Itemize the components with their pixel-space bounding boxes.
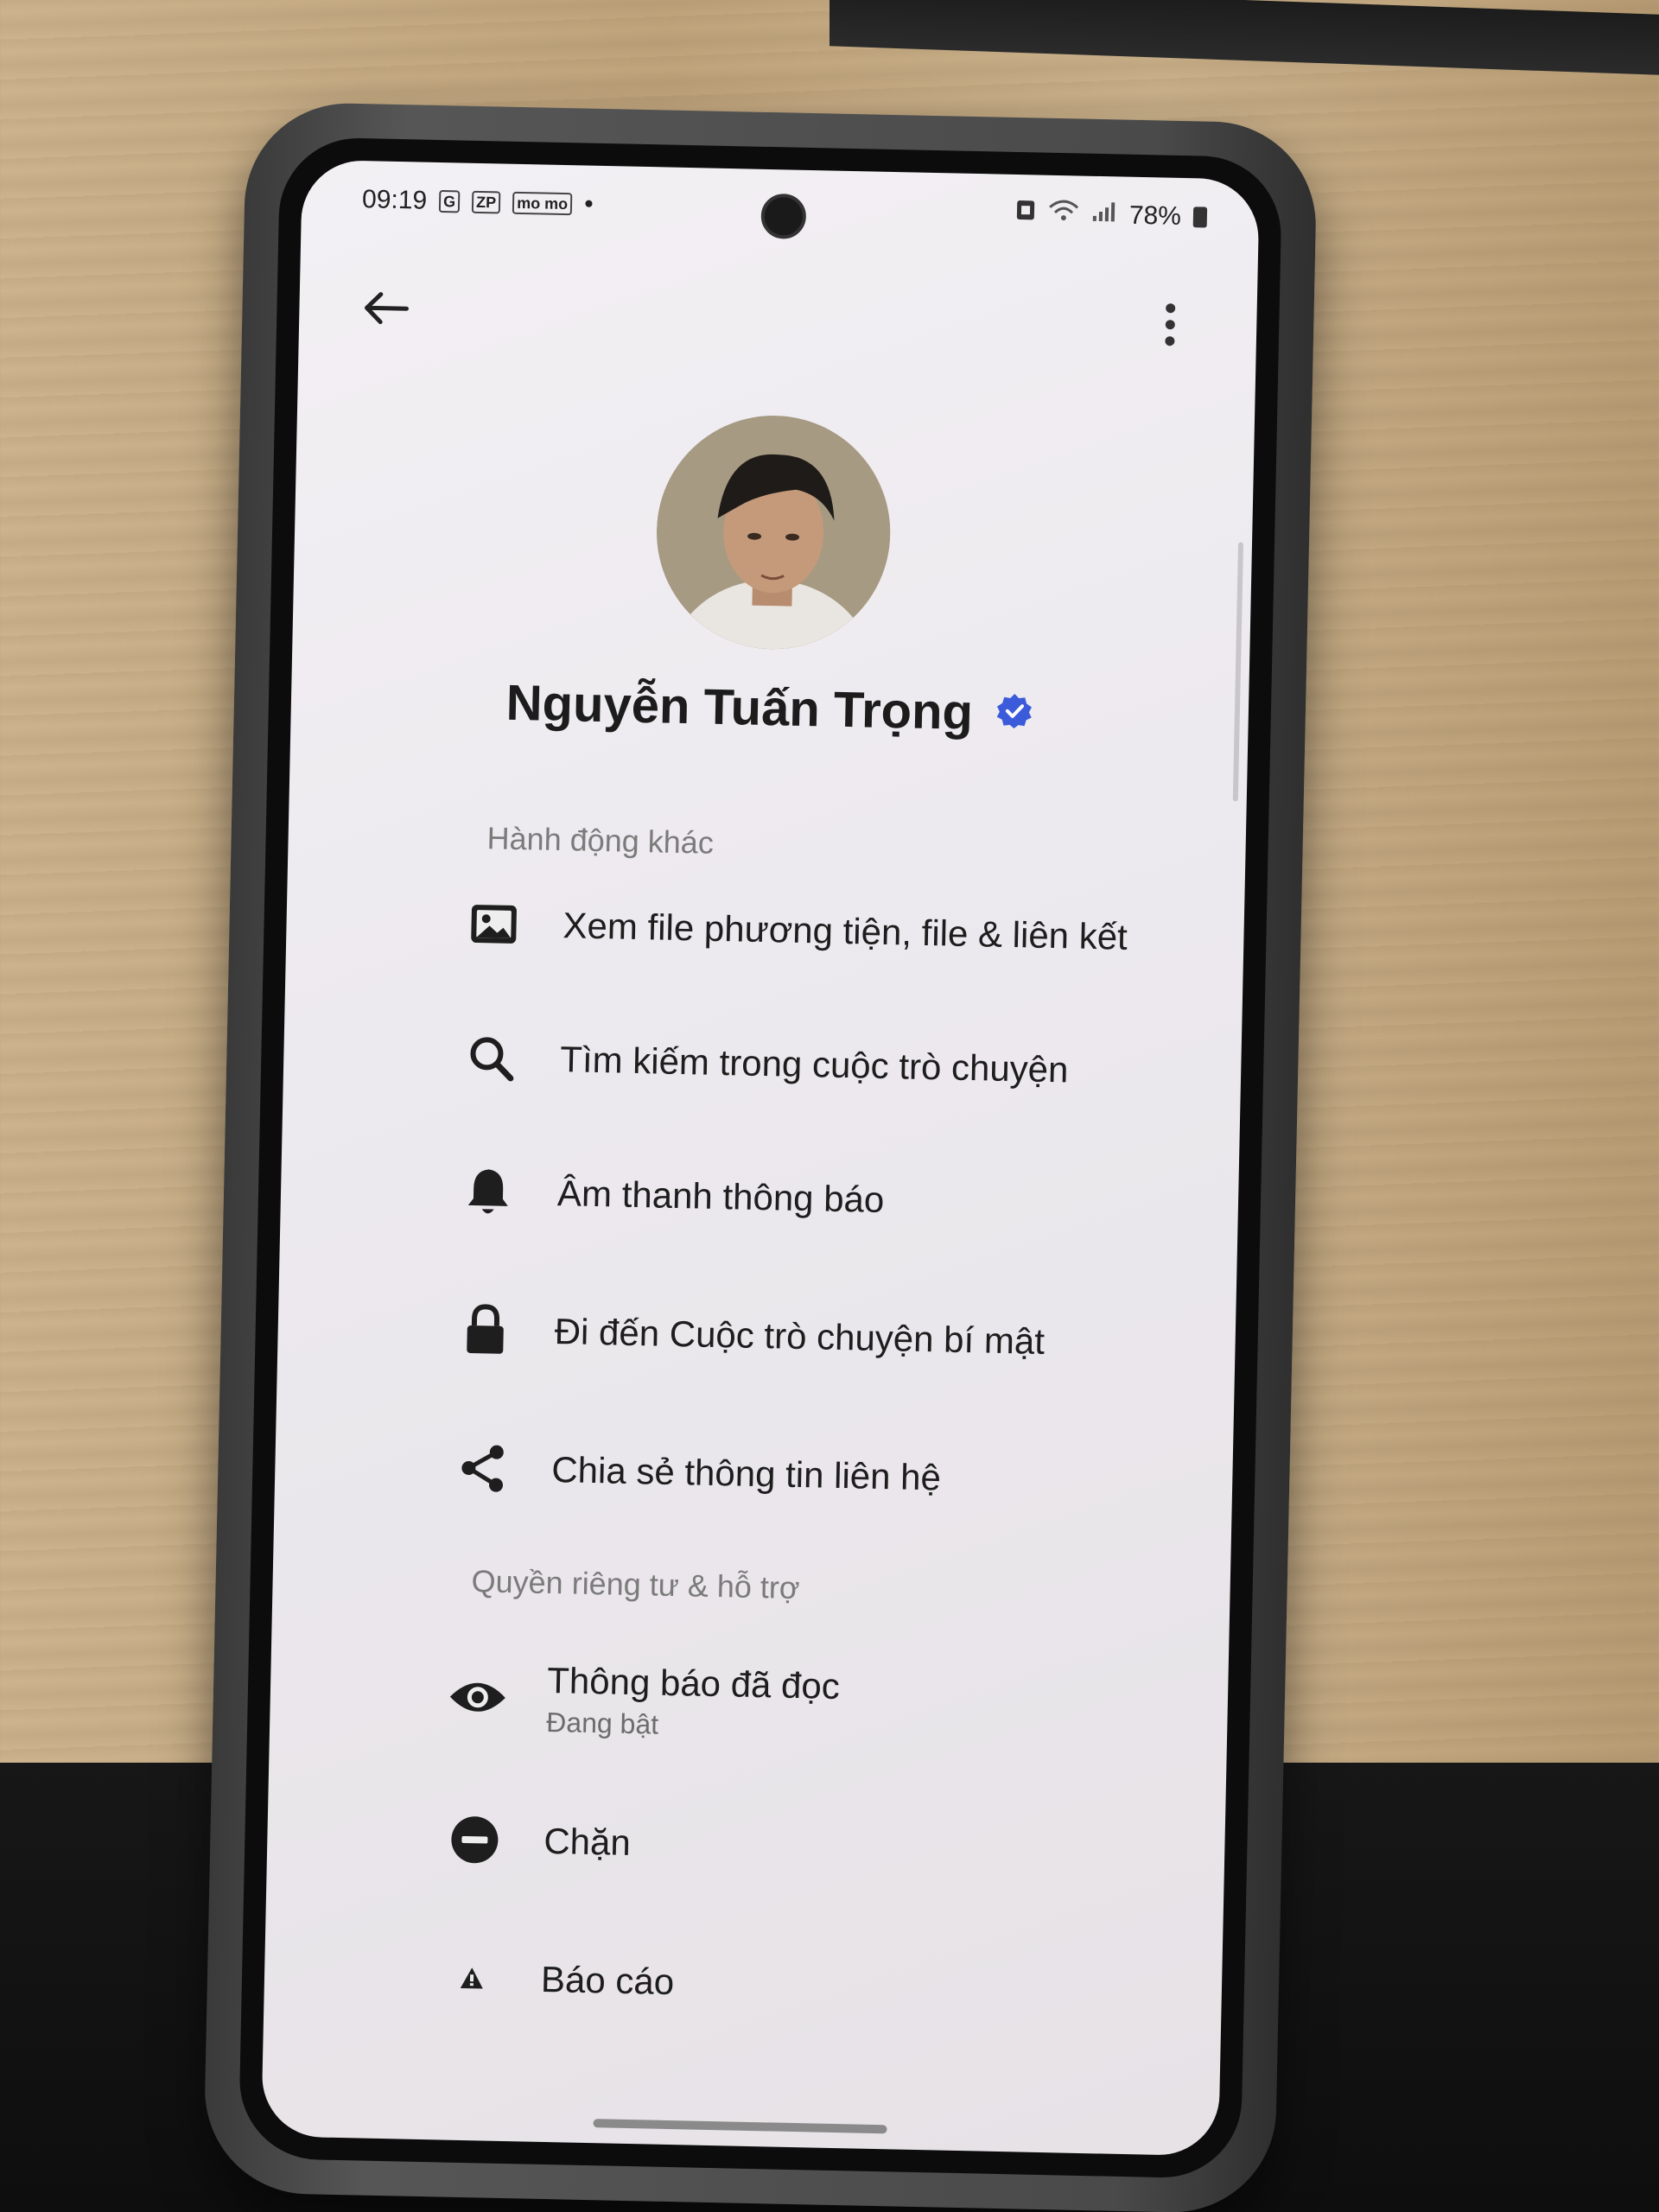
profile-avatar[interactable] — [654, 413, 893, 652]
row-label: Báo cáo — [540, 1958, 675, 2003]
avatar-image — [654, 413, 893, 652]
row-share-contact[interactable]: Chia sẻ thông tin liên hệ — [447, 1416, 1181, 1535]
row-label: Chia sẻ thông tin liên hệ — [550, 1449, 942, 1498]
row-search-conversation[interactable]: Tìm kiếm trong cuộc trò chuyện — [455, 1006, 1190, 1125]
notification-dot-icon: • — [583, 189, 594, 219]
row-read-receipts[interactable]: Thông báo đã đọc Đang bật — [442, 1631, 1177, 1777]
share-icon — [448, 1433, 518, 1504]
home-indicator[interactable] — [593, 2119, 887, 2134]
search-icon — [456, 1023, 527, 1094]
row-secret-conversation[interactable]: Đi đến Cuộc trò chuyện bí mật — [450, 1278, 1185, 1397]
row-block[interactable]: Chặn — [439, 1787, 1173, 1906]
row-sublabel: Đang bật — [545, 1706, 659, 1740]
status-right: 78% — [1015, 198, 1208, 233]
row-label: Đi đến Cuộc trò chuyện bí mật — [554, 1311, 1046, 1362]
verified-badge-icon — [995, 692, 1033, 735]
row-report[interactable]: Báo cáo — [436, 1925, 1171, 2044]
profile-name-row: Nguyễn Tuấn Trọng — [290, 670, 1249, 747]
status-left: 09:19 G ZP mo mo • — [362, 185, 594, 219]
wifi-icon — [1048, 199, 1080, 231]
sim-icon — [1015, 199, 1037, 228]
desk-background-top — [830, 0, 1659, 75]
battery-icon — [1192, 207, 1208, 228]
bell-icon — [453, 1157, 524, 1228]
eye-icon — [442, 1662, 513, 1732]
back-button[interactable] — [351, 273, 422, 344]
scrollbar[interactable] — [1232, 542, 1244, 802]
section-title-privacy-support: Quyền riêng tư & hỗ trợ — [471, 1563, 800, 1606]
signal-icon — [1091, 200, 1118, 231]
g-badge-icon: G — [438, 189, 461, 213]
phone-device: 09:19 G ZP mo mo • 78% Nguyễn Tuấn Trọng… — [202, 101, 1319, 2212]
battery-percent: 78% — [1128, 200, 1182, 231]
phone-bezel: 09:19 G ZP mo mo • 78% Nguyễn Tuấn Trọng… — [238, 137, 1283, 2179]
image-icon — [459, 889, 530, 960]
row-label: Chặn — [543, 1820, 632, 1864]
warning-icon — [436, 1942, 507, 2013]
row-label: Tìm kiếm trong cuộc trò chuyện — [559, 1039, 1069, 1090]
row-notification-sound[interactable]: Âm thanh thông báo — [453, 1140, 1187, 1259]
row-label: Xem file phương tiện, file & liên kết — [563, 905, 1128, 957]
row-label: Âm thanh thông báo — [556, 1173, 885, 1221]
arrow-left-icon — [365, 292, 409, 325]
more-vertical-icon — [1165, 303, 1176, 346]
row-label: Thông báo đã đọc — [546, 1659, 841, 1707]
section-title-other-actions: Hành động khác — [486, 820, 715, 861]
top-app-bar — [298, 264, 1257, 370]
profile-name: Nguyễn Tuấn Trọng — [505, 674, 974, 741]
status-time: 09:19 — [361, 185, 428, 215]
momo-badge-icon: mo mo — [512, 191, 573, 216]
more-options-button[interactable] — [1135, 289, 1205, 360]
lock-icon — [450, 1295, 521, 1366]
row-view-media[interactable]: Xem file phương tiện, file & liên kết — [458, 872, 1192, 991]
block-icon — [440, 1804, 511, 1875]
phone-screen: 09:19 G ZP mo mo • 78% Nguyễn Tuấn Trọng… — [261, 159, 1260, 2157]
zp-badge-icon: ZP — [471, 190, 501, 214]
